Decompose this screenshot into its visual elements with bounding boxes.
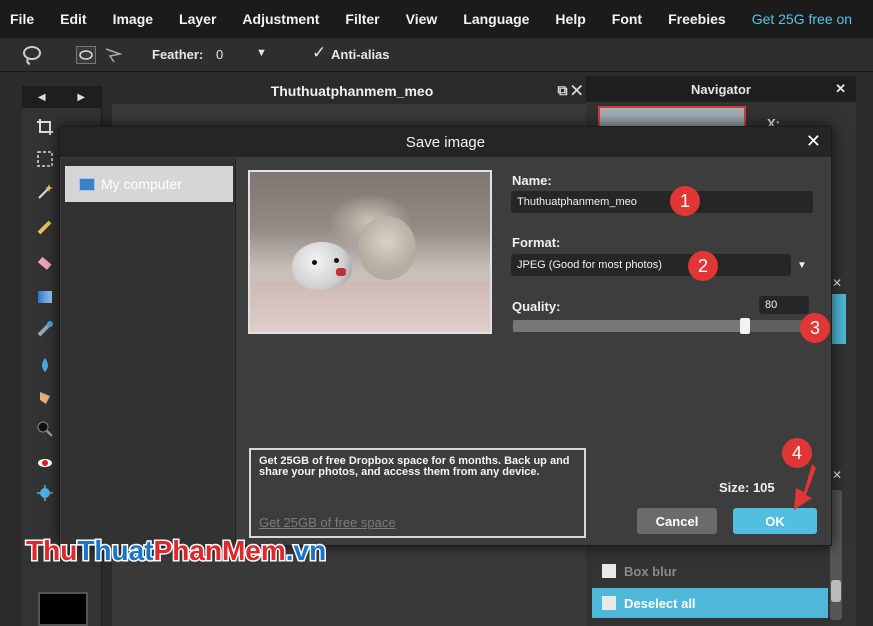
- svg-text:ThuThuatPhanMem.vn: ThuThuatPhanMem.vn: [26, 535, 326, 566]
- step-1-badge: 1: [670, 186, 700, 216]
- preview-hamster-back: [358, 216, 416, 280]
- crop-icon[interactable]: [36, 118, 54, 136]
- navigator-title: Navigator: [691, 81, 751, 97]
- menu-image[interactable]: Image: [113, 11, 153, 27]
- history-panel-close-icon[interactable]: ✕: [832, 468, 842, 482]
- menu-bar: File Edit Image Layer Adjustment Filter …: [0, 0, 873, 38]
- step-3-badge: 3: [800, 313, 830, 343]
- history-step-icon: [602, 596, 616, 610]
- marquee-icon[interactable]: [36, 150, 54, 168]
- preview-collar: [336, 268, 346, 276]
- format-select[interactable]: JPEG (Good for most photos): [511, 254, 791, 276]
- history-item[interactable]: Box blur: [592, 556, 828, 586]
- polygon-lasso-icon[interactable]: [104, 46, 122, 64]
- dialog-title-bar: Save image ✕: [60, 127, 831, 157]
- location-label: My computer: [101, 176, 182, 192]
- document-title: Thuthuatphanmem_meo: [270, 83, 434, 99]
- navigator-close-icon[interactable]: ✕: [835, 81, 846, 97]
- quality-label: Quality:: [512, 299, 561, 314]
- menu-font[interactable]: Font: [612, 11, 642, 27]
- document-window-controls: ⧉ ✕: [557, 82, 582, 99]
- preview-hamster-front: [292, 242, 352, 290]
- quality-input[interactable]: 80: [759, 296, 809, 314]
- save-location-panel: My computer: [61, 158, 236, 546]
- computer-icon: [79, 177, 95, 191]
- lasso-mode-button[interactable]: [76, 46, 96, 64]
- save-image-dialog: Save image ✕ My computer Name: Thuthuatp…: [59, 126, 832, 546]
- red-arrow-icon: [794, 464, 816, 510]
- history-scrollbar-thumb[interactable]: [831, 580, 841, 602]
- magic-wand-icon[interactable]: [36, 182, 54, 200]
- menu-view[interactable]: View: [406, 11, 438, 27]
- options-bar: Feather: 0 ▼ ✓ Anti-alias: [0, 38, 873, 72]
- quality-slider[interactable]: [513, 318, 803, 334]
- dropbox-promo: Get 25GB of free Dropbox space for 6 mon…: [249, 448, 586, 538]
- layer-selected-strip[interactable]: [832, 294, 846, 344]
- dialog-close-icon[interactable]: ✕: [806, 131, 821, 152]
- antialias-checkbox[interactable]: ✓: [312, 43, 326, 63]
- format-dropdown-icon[interactable]: ▼: [797, 260, 807, 271]
- menu-language[interactable]: Language: [463, 11, 529, 27]
- quality-slider-fill: [513, 320, 745, 332]
- menu-adjustment[interactable]: Adjustment: [242, 11, 319, 27]
- restore-icon[interactable]: ⧉: [557, 82, 567, 98]
- menu-layer[interactable]: Layer: [179, 11, 216, 27]
- lasso-mode-icon: [79, 50, 93, 60]
- eraser-icon[interactable]: [36, 254, 54, 272]
- format-label: Format:: [512, 235, 561, 250]
- preview-floor: [250, 282, 490, 332]
- quality-slider-handle[interactable]: [740, 318, 750, 334]
- file-size-label: Size: 105: [719, 480, 775, 495]
- dialog-title: Save image: [405, 133, 486, 151]
- promo-link[interactable]: Get 25GB of free space: [259, 515, 396, 530]
- promo-text: Get 25GB of free Dropbox space for 6 mon…: [259, 455, 570, 478]
- menu-edit[interactable]: Edit: [60, 11, 86, 27]
- toolbox-header: ◀ ▶: [22, 86, 101, 108]
- location-my-computer[interactable]: My computer: [65, 166, 233, 202]
- history-step-icon: [602, 564, 616, 578]
- red-eye-icon[interactable]: [36, 454, 54, 472]
- smudge-icon[interactable]: [36, 388, 54, 406]
- preview-eye: [312, 260, 317, 265]
- toolbox-right-arrow-icon[interactable]: ▶: [77, 92, 85, 103]
- cancel-button[interactable]: Cancel: [637, 508, 717, 534]
- history-item-label: Deselect all: [624, 595, 696, 611]
- feather-label: Feather:: [152, 47, 204, 62]
- antialias-label: Anti-alias: [331, 47, 390, 62]
- foreground-color-swatch[interactable]: [38, 592, 88, 626]
- lasso-icon[interactable]: [20, 44, 44, 66]
- name-label: Name:: [512, 173, 552, 188]
- feather-input[interactable]: 0: [216, 47, 223, 62]
- menu-promo-link[interactable]: Get 25G free on: [752, 11, 852, 27]
- navigator-header: Navigator ✕: [586, 76, 856, 102]
- toolbox-left-arrow-icon[interactable]: ◀: [38, 92, 46, 103]
- watermark-logo: ThuThuatPhanMem.vn ThuThuatPhanMem.vn: [25, 534, 328, 568]
- history-item-label: Box blur: [624, 563, 677, 579]
- gradient-icon[interactable]: [36, 288, 54, 306]
- pencil-icon[interactable]: [36, 218, 54, 236]
- layers-panel-close-icon[interactable]: ✕: [832, 276, 842, 290]
- feather-dropdown-icon[interactable]: ▼: [256, 47, 267, 59]
- name-field[interactable]: Thuthuatphanmem_meo: [511, 191, 813, 213]
- history-item-active[interactable]: Deselect all: [592, 588, 828, 618]
- document-title-bar: Thuthuatphanmem_meo ⧉ ✕: [112, 78, 592, 104]
- clone-stamp-icon[interactable]: [36, 320, 54, 338]
- menu-file[interactable]: File: [10, 11, 34, 27]
- step-2-badge: 2: [688, 251, 718, 281]
- image-preview: [248, 170, 492, 334]
- menu-help[interactable]: Help: [555, 11, 585, 27]
- zoom-icon[interactable]: [36, 420, 54, 438]
- blur-drop-icon[interactable]: [36, 356, 54, 374]
- menu-filter[interactable]: Filter: [345, 11, 379, 27]
- document-close-icon[interactable]: ✕: [571, 82, 582, 98]
- preview-eye: [334, 258, 339, 263]
- menu-freebies[interactable]: Freebies: [668, 11, 726, 27]
- move-icon[interactable]: [36, 484, 54, 502]
